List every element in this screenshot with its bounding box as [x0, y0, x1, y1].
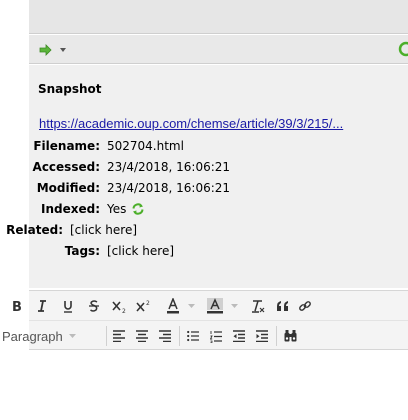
background-color-icon[interactable] — [204, 295, 226, 317]
related-click-here[interactable]: [click here] — [70, 223, 137, 237]
snapshot-panel: Snapshot https://academic.oup.com/chemse… — [6, 65, 408, 288]
outdent-icon[interactable] — [229, 325, 249, 347]
tags-label: Tags: — [64, 244, 100, 258]
strikethrough-icon[interactable] — [84, 295, 104, 317]
related-label: Related: — [6, 223, 63, 237]
filename-label: Filename: — [33, 139, 100, 153]
paragraph-format-select[interactable]: Paragraph — [2, 325, 76, 347]
paragraph-format-label: Paragraph — [2, 328, 63, 344]
background-color-dropdown-icon[interactable] — [229, 295, 239, 317]
snapshot-title: Snapshot — [38, 82, 102, 96]
accessed-value: 23/4/2018, 16:06:21 — [107, 160, 231, 174]
underline-icon[interactable] — [58, 295, 78, 317]
text-color-icon[interactable] — [163, 295, 183, 317]
accessed-row: Accessed: 23/4/2018, 16:06:21 — [29, 158, 231, 176]
filename-row: Filename: 502704.html — [29, 137, 184, 155]
go-to-item-button[interactable] — [39, 42, 66, 58]
green-arrow-icon — [39, 44, 52, 56]
bullet-list-icon[interactable] — [183, 325, 203, 347]
navigation-bar — [29, 35, 408, 64]
indent-icon[interactable] — [252, 325, 272, 347]
editor-toolbar-row-2: Paragraph — [2, 320, 408, 350]
tags-click-here[interactable]: [click here] — [107, 244, 174, 258]
modified-label: Modified: — [36, 181, 100, 195]
chevron-down-icon — [60, 48, 66, 52]
editor-toolbar-row-1: B 2 2 — [12, 290, 408, 320]
sync-icon[interactable] — [398, 41, 408, 57]
clear-formatting-icon[interactable] — [247, 295, 269, 317]
svg-text:2: 2 — [122, 308, 126, 313]
top-bar — [29, 0, 408, 34]
toolbar-divider — [106, 326, 107, 346]
snapshot-url-link[interactable]: https://academic.oup.com/chemse/article/… — [39, 116, 408, 131]
reindex-icon[interactable] — [131, 202, 145, 216]
tags-row: Tags: [click here] — [29, 242, 174, 260]
modified-row: Modified: 23/4/2018, 16:06:21 — [29, 179, 230, 197]
indexed-row: Indexed: Yes — [29, 200, 145, 218]
link-icon[interactable] — [295, 295, 315, 317]
blockquote-icon[interactable] — [273, 295, 291, 317]
align-right-icon[interactable] — [155, 325, 175, 347]
subscript-icon[interactable]: 2 — [109, 295, 131, 317]
find-replace-icon[interactable] — [280, 325, 300, 347]
text-color-dropdown-icon[interactable] — [186, 295, 196, 317]
italic-icon[interactable] — [32, 295, 52, 317]
accessed-label: Accessed: — [32, 160, 100, 174]
svg-text:B: B — [12, 300, 22, 313]
related-row: Related: [click here] — [0, 221, 200, 239]
indexed-label: Indexed: — [40, 202, 100, 216]
align-center-icon[interactable] — [132, 325, 152, 347]
chevron-down-icon — [68, 334, 76, 338]
modified-value: 23/4/2018, 16:06:21 — [107, 181, 231, 195]
align-left-icon[interactable] — [109, 325, 129, 347]
numbered-list-icon[interactable] — [206, 325, 226, 347]
bold-icon[interactable]: B — [7, 295, 27, 317]
indexed-value: Yes — [107, 202, 127, 216]
svg-text:2: 2 — [146, 300, 150, 307]
toolbar-divider — [179, 326, 180, 346]
filename-value: 502704.html — [107, 139, 184, 153]
superscript-icon[interactable]: 2 — [133, 295, 155, 317]
toolbar-divider — [276, 326, 277, 346]
